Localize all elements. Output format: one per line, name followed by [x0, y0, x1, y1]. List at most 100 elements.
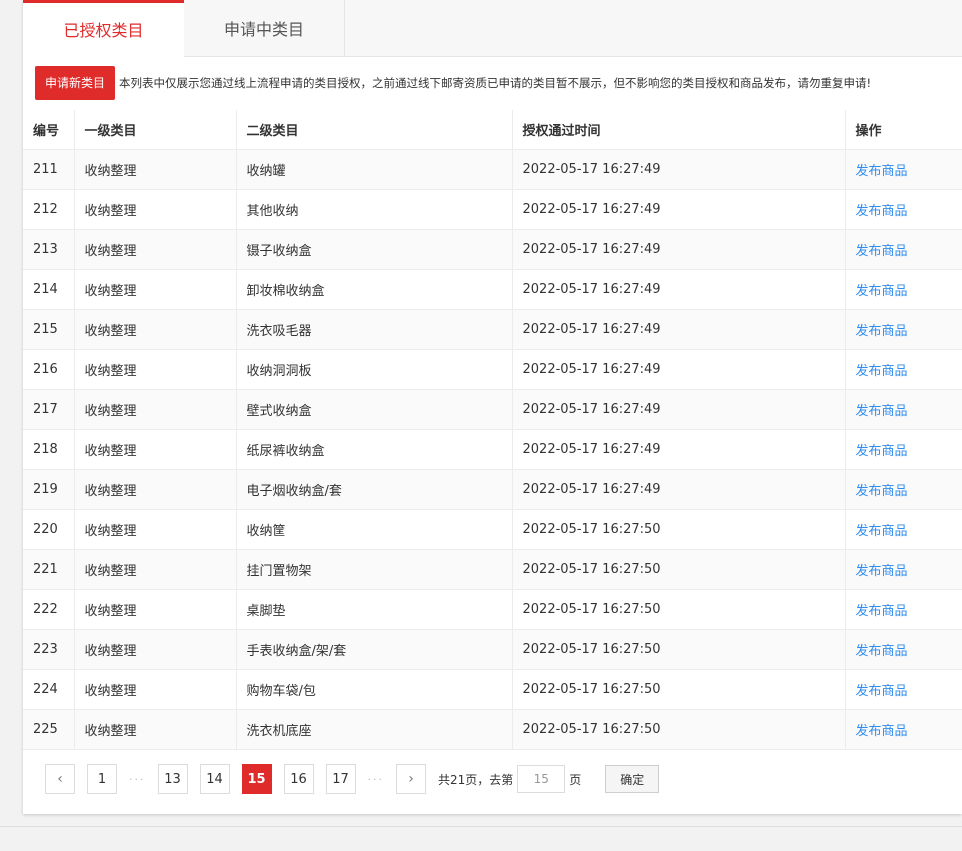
page-button[interactable]: 17	[325, 764, 356, 794]
cell-time: 2022-05-17 16:27:49	[512, 349, 846, 390]
header-level1: 一级类目	[74, 110, 237, 150]
publish-product-link[interactable]: 发布商品	[856, 204, 908, 219]
cell-level2: 洗衣机底座	[236, 709, 513, 750]
cell-level1: 收纳整理	[74, 669, 237, 710]
publish-product-link[interactable]: 发布商品	[856, 724, 908, 739]
cell-id: 214	[23, 269, 75, 310]
publish-product-link[interactable]: 发布商品	[856, 244, 908, 259]
notice-bar: 申请新类目 本列表中仅展示您通过线上流程申请的类目授权，之前通过线下邮寄资质已申…	[35, 66, 871, 100]
header-id: 编号	[23, 110, 75, 150]
cell-level1: 收纳整理	[74, 509, 237, 550]
cell-time: 2022-05-17 16:27:50	[512, 709, 846, 750]
next-page-button[interactable]: ›	[396, 764, 426, 794]
page-button[interactable]: 14	[199, 764, 230, 794]
cell-level2: 电子烟收纳盒/套	[236, 469, 513, 510]
header-time: 授权通过时间	[512, 110, 846, 150]
cell-level1: 收纳整理	[74, 349, 237, 390]
cell-level1: 收纳整理	[74, 469, 237, 510]
publish-product-link[interactable]: 发布商品	[856, 644, 908, 659]
apply-new-category-button[interactable]: 申请新类目	[35, 66, 116, 100]
cell-level2: 洗衣吸毛器	[236, 309, 513, 350]
table-row: 212 收纳整理 其他收纳 2022-05-17 16:27:49 发布商品	[23, 189, 962, 230]
cell-level2: 手表收纳盒/架/套	[236, 629, 513, 670]
page-button[interactable]: 16	[283, 764, 314, 794]
confirm-goto-button[interactable]: 确定	[605, 765, 660, 793]
cell-id: 211	[23, 149, 75, 190]
cell-time: 2022-05-17 16:27:50	[512, 669, 846, 710]
page-button-first[interactable]: 1	[87, 764, 117, 794]
cell-level1: 收纳整理	[74, 629, 237, 670]
cell-level2: 收纳洞洞板	[236, 349, 513, 390]
table-row: 219 收纳整理 电子烟收纳盒/套 2022-05-17 16:27:49 发布商品	[23, 469, 962, 510]
cell-id: 215	[23, 309, 75, 350]
cell-level1: 收纳整理	[74, 549, 237, 590]
page-suffix-text: 页	[569, 772, 582, 787]
table-row: 213 收纳整理 镊子收纳盒 2022-05-17 16:27:49 发布商品	[23, 229, 962, 270]
cell-level1: 收纳整理	[74, 589, 237, 630]
tab-pending[interactable]: 申请中类目	[184, 0, 345, 56]
page-button[interactable]: 13	[157, 764, 188, 794]
cell-level1: 收纳整理	[74, 429, 237, 470]
chevron-right-icon: ›	[408, 771, 414, 787]
table-row: 220 收纳整理 收纳筐 2022-05-17 16:27:50 发布商品	[23, 509, 962, 550]
cell-level1: 收纳整理	[74, 229, 237, 270]
pagination-ellipsis: ···	[367, 772, 384, 786]
table-row: 222 收纳整理 桌脚垫 2022-05-17 16:27:50 发布商品	[23, 589, 962, 630]
notice-text: 本列表中仅展示您通过线上流程申请的类目授权，之前通过线下邮寄资质已申请的类目暂不…	[119, 76, 872, 90]
category-panel: 已授权类目 申请中类目 申请新类目 本列表中仅展示您通过线上流程申请的类目授权，…	[23, 0, 962, 814]
cell-id: 219	[23, 469, 75, 510]
cell-time: 2022-05-17 16:27:50	[512, 589, 846, 630]
cell-level1: 收纳整理	[74, 309, 237, 350]
chevron-left-icon: ‹	[57, 771, 63, 787]
cell-id: 225	[23, 709, 75, 750]
cell-id: 222	[23, 589, 75, 630]
publish-product-link[interactable]: 发布商品	[856, 284, 908, 299]
cell-id: 218	[23, 429, 75, 470]
cell-time: 2022-05-17 16:27:49	[512, 229, 846, 270]
cell-level2: 收纳筐	[236, 509, 513, 550]
publish-product-link[interactable]: 发布商品	[856, 404, 908, 419]
publish-product-link[interactable]: 发布商品	[856, 324, 908, 339]
publish-product-link[interactable]: 发布商品	[856, 524, 908, 539]
total-pages-text: 共21页，去第	[438, 772, 514, 787]
cell-id: 221	[23, 549, 75, 590]
cell-level2: 桌脚垫	[236, 589, 513, 630]
table-row: 211 收纳整理 收纳罐 2022-05-17 16:27:49 发布商品	[23, 149, 962, 190]
publish-product-link[interactable]: 发布商品	[856, 444, 908, 459]
table-row: 215 收纳整理 洗衣吸毛器 2022-05-17 16:27:49 发布商品	[23, 309, 962, 350]
cell-level2: 镊子收纳盒	[236, 229, 513, 270]
page-button-current[interactable]: 15	[241, 764, 272, 794]
pagination-ellipsis: ···	[129, 772, 146, 786]
cell-level2: 壁式收纳盒	[236, 389, 513, 430]
cell-id: 223	[23, 629, 75, 670]
cell-level2: 其他收纳	[236, 189, 513, 230]
publish-product-link[interactable]: 发布商品	[856, 564, 908, 579]
publish-product-link[interactable]: 发布商品	[856, 684, 908, 699]
category-table: 编号 一级类目 二级类目 授权通过时间 操作 211 收纳整理 收纳罐 2022-05…	[23, 110, 962, 750]
prev-page-button[interactable]: ‹	[45, 764, 75, 794]
cell-id: 213	[23, 229, 75, 270]
cell-level1: 收纳整理	[74, 149, 237, 190]
publish-product-link[interactable]: 发布商品	[856, 484, 908, 499]
publish-product-link[interactable]: 发布商品	[856, 164, 908, 179]
cell-id: 212	[23, 189, 75, 230]
cell-time: 2022-05-17 16:27:50	[512, 629, 846, 670]
cell-level1: 收纳整理	[74, 189, 237, 230]
cell-level2: 纸尿裤收纳盒	[236, 429, 513, 470]
cell-time: 2022-05-17 16:27:50	[512, 509, 846, 550]
goto-page-input[interactable]	[517, 765, 566, 793]
tab-bar: 已授权类目 申请中类目	[23, 0, 962, 57]
cell-id: 224	[23, 669, 75, 710]
table-row: 224 收纳整理 购物车袋/包 2022-05-17 16:27:50 发布商品	[23, 669, 962, 710]
cell-time: 2022-05-17 16:27:49	[512, 389, 846, 430]
header-level2: 二级类目	[236, 110, 513, 150]
cell-time: 2022-05-17 16:27:49	[512, 429, 846, 470]
cell-level2: 卸妆棉收纳盒	[236, 269, 513, 310]
cell-id: 220	[23, 509, 75, 550]
tab-authorized[interactable]: 已授权类目	[23, 0, 184, 57]
publish-product-link[interactable]: 发布商品	[856, 604, 908, 619]
publish-product-link[interactable]: 发布商品	[856, 364, 908, 379]
table-row: 223 收纳整理 手表收纳盒/架/套 2022-05-17 16:27:50 发布商品	[23, 629, 962, 670]
cell-level2: 收纳罐	[236, 149, 513, 190]
pagination: ‹ 1 ··· 13 14 15 16 17 ··· › 共21页，去第 页 确…	[45, 763, 660, 795]
